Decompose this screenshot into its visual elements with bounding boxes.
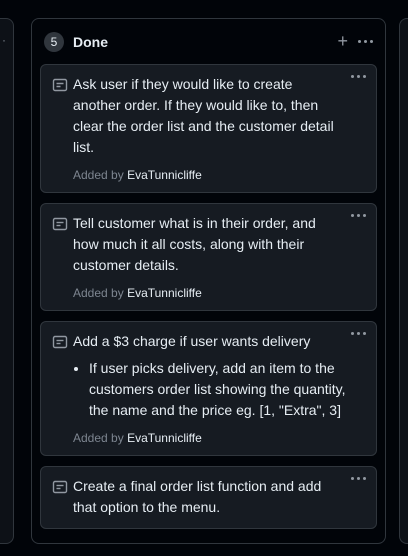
card-menu-kebab-icon[interactable] — [351, 75, 366, 78]
card-menu-kebab-icon[interactable] — [351, 332, 366, 335]
card-bullet: If user picks delivery, add an item to t… — [89, 358, 364, 421]
card-menu-kebab-icon[interactable] — [351, 477, 366, 480]
card-menu-kebab-icon[interactable] — [351, 214, 366, 217]
note-icon — [52, 480, 68, 494]
card-item[interactable]: Tell customer what is in their order, an… — [40, 203, 377, 311]
previous-column-menu-icon[interactable]: ·· — [0, 33, 7, 47]
author-name[interactable]: EvaTunnicliffe — [127, 431, 202, 445]
plus-icon[interactable]: + — [337, 32, 348, 50]
next-column-edge — [399, 18, 408, 544]
card-item[interactable]: Add a $3 charge if user wants delivery I… — [40, 321, 377, 456]
note-icon — [52, 217, 68, 231]
column-header: 5 Done + — [32, 19, 385, 65]
card-item[interactable]: Ask user if they would like to create an… — [40, 64, 377, 193]
card-title: Tell customer what is in their order, an… — [73, 215, 316, 273]
added-by-label: Added by — [73, 286, 124, 300]
note-icon — [52, 78, 68, 92]
card-added-by: Added by EvaTunnicliffe — [73, 286, 364, 300]
card-body: If user picks delivery, add an item to t… — [73, 358, 364, 421]
card-added-by: Added by EvaTunnicliffe — [73, 168, 364, 182]
card-title: Ask user if they would like to create an… — [73, 76, 334, 155]
previous-column-edge: ·· — [0, 18, 14, 544]
author-name[interactable]: EvaTunnicliffe — [127, 286, 202, 300]
card-list: Ask user if they would like to create an… — [40, 64, 377, 539]
note-icon — [52, 335, 68, 349]
added-by-label: Added by — [73, 168, 124, 182]
card-item[interactable]: Create a final order list function and a… — [40, 466, 377, 529]
added-by-label: Added by — [73, 431, 124, 445]
board-column-done: 5 Done + Ask user if they would like to … — [31, 18, 386, 544]
column-menu-kebab-icon[interactable] — [358, 32, 373, 50]
card-title: Create a final order list function and a… — [73, 478, 322, 515]
column-actions: + — [337, 32, 373, 50]
column-title: Done — [73, 34, 108, 50]
item-count-badge: 5 — [44, 32, 64, 52]
card-added-by: Added by EvaTunnicliffe — [73, 431, 364, 445]
card-title: Add a $3 charge if user wants delivery — [73, 333, 311, 349]
author-name[interactable]: EvaTunnicliffe — [127, 168, 202, 182]
